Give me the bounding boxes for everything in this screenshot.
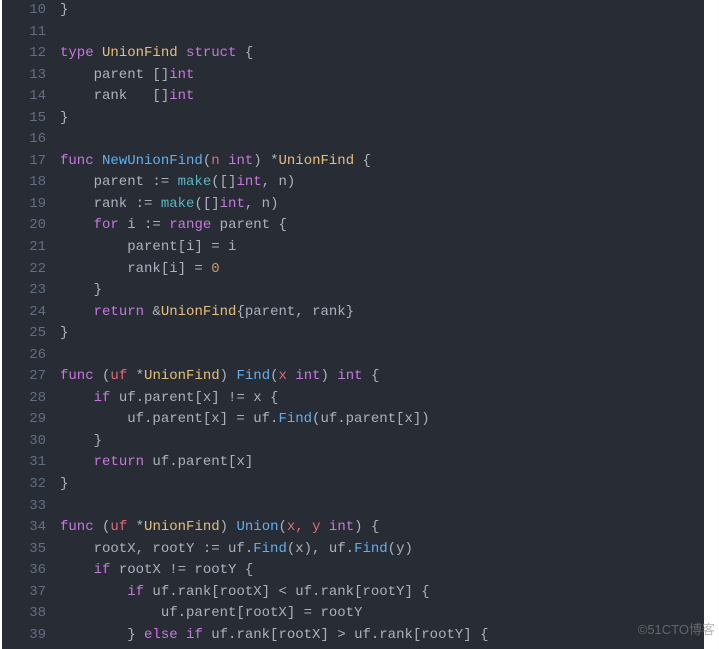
line-number: 39 [2,625,46,647]
line-number: 28 [2,388,46,410]
line-number: 38 [2,603,46,625]
line-number: 19 [2,194,46,216]
code-line[interactable]: rank := make([]int, n) [60,194,704,216]
code-line[interactable]: func (uf *UnionFind) Find(x int) int { [60,366,704,388]
line-number: 10 [2,0,46,22]
code-line[interactable]: uf.parent[rootX] = rootY [60,603,704,625]
line-number: 36 [2,560,46,582]
code-line[interactable]: } [60,474,704,496]
code-content[interactable]: } type UnionFind struct { parent []int r… [60,0,704,646]
code-line[interactable]: parent[i] = i [60,237,704,259]
code-line[interactable] [60,496,704,518]
line-number: 22 [2,259,46,281]
line-number: 15 [2,108,46,130]
code-line[interactable]: func (uf *UnionFind) Union(x, y int) { [60,517,704,539]
line-number: 34 [2,517,46,539]
code-line[interactable]: } else if uf.rank[rootX] > uf.rank[rootY… [60,625,704,647]
line-number: 26 [2,345,46,367]
line-number: 11 [2,22,46,44]
code-editor[interactable]: 1011121314151617181920212223242526272829… [2,0,704,649]
line-number: 20 [2,215,46,237]
line-number: 14 [2,86,46,108]
line-number: 13 [2,65,46,87]
line-number: 31 [2,452,46,474]
code-line[interactable] [60,345,704,367]
line-number: 32 [2,474,46,496]
code-line[interactable]: uf.parent[x] = uf.Find(uf.parent[x]) [60,409,704,431]
code-line[interactable]: return &UnionFind{parent, rank} [60,302,704,324]
line-number: 23 [2,280,46,302]
code-line[interactable]: parent []int [60,65,704,87]
code-line[interactable]: func NewUnionFind(n int) *UnionFind { [60,151,704,173]
code-line[interactable]: } [60,108,704,130]
watermark-text: ©51CTO博客 [638,619,715,638]
code-line[interactable]: if uf.rank[rootX] < uf.rank[rootY] { [60,582,704,604]
code-line[interactable]: if rootX != rootY { [60,560,704,582]
code-line[interactable] [60,22,704,44]
code-line[interactable]: parent := make([]int, n) [60,172,704,194]
line-number: 29 [2,409,46,431]
code-line[interactable]: type UnionFind struct { [60,43,704,65]
line-number: 16 [2,129,46,151]
line-number-gutter: 1011121314151617181920212223242526272829… [2,0,60,646]
line-number: 35 [2,539,46,561]
code-line[interactable]: return uf.parent[x] [60,452,704,474]
code-line[interactable]: for i := range parent { [60,215,704,237]
code-line[interactable]: } [60,280,704,302]
line-number: 12 [2,43,46,65]
code-line[interactable]: } [60,431,704,453]
code-line[interactable]: rank []int [60,86,704,108]
line-number: 27 [2,366,46,388]
line-number: 25 [2,323,46,345]
code-line[interactable]: if uf.parent[x] != x { [60,388,704,410]
line-number: 24 [2,302,46,324]
code-line[interactable]: } [60,0,704,22]
code-line[interactable]: rank[i] = 0 [60,259,704,281]
code-line[interactable]: } [60,323,704,345]
line-number: 30 [2,431,46,453]
line-number: 21 [2,237,46,259]
line-number: 37 [2,582,46,604]
line-number: 33 [2,496,46,518]
line-number: 18 [2,172,46,194]
code-line[interactable] [60,129,704,151]
line-number: 17 [2,151,46,173]
code-line[interactable]: rootX, rootY := uf.Find(x), uf.Find(y) [60,539,704,561]
